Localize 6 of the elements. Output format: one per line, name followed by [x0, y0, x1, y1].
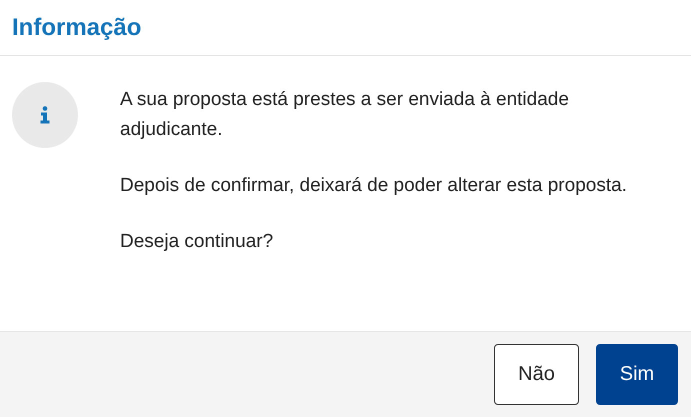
dialog-title: Informação — [12, 14, 142, 42]
message-text: Depois de confirmar, deixará de poder alterar esta proposta. — [120, 174, 628, 198]
message-text: Deseja continuar? — [120, 230, 274, 254]
message-text: A sua proposta está prestes a ser enviada à entidade adjudicante. — [120, 88, 570, 142]
cancel-button[interactable]: Não — [494, 344, 579, 405]
confirm-button[interactable]: Sim — [596, 344, 678, 405]
